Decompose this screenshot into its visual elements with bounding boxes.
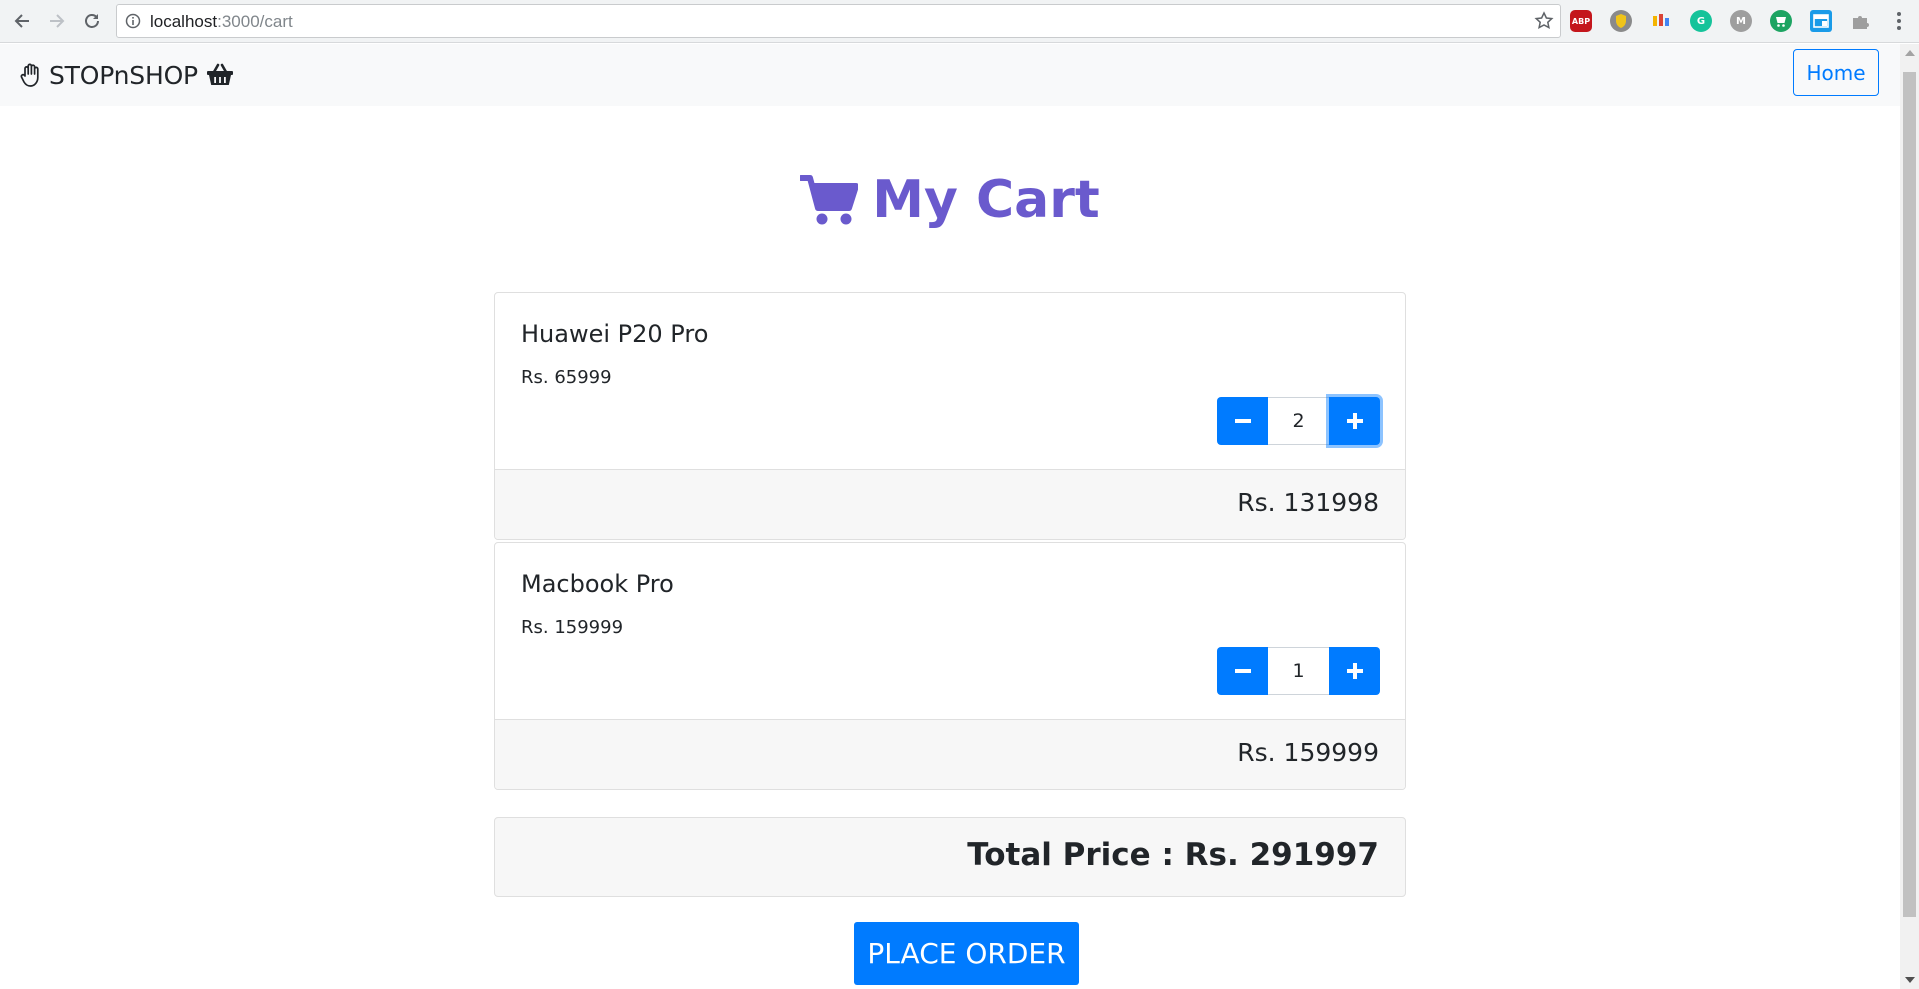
item-subtotal: Rs. 131998 [1237, 488, 1379, 517]
cart-item-card: Macbook Pro Rs. 159999 Rs. 159999 [494, 542, 1406, 790]
browser-menu-icon[interactable] [1893, 10, 1905, 32]
window-extension-icon[interactable] [1810, 10, 1832, 32]
product-price: Rs. 65999 [521, 367, 612, 388]
scroll-up-arrow-icon[interactable] [1905, 50, 1915, 56]
page-title: My Cart [0, 170, 1900, 230]
colorful-extension-icon[interactable] [1650, 10, 1672, 32]
address-bar[interactable]: localhost:3000/cart [116, 4, 1561, 38]
quantity-input[interactable] [1268, 647, 1329, 695]
browser-toolbar: localhost:3000/cart ABP G M [0, 0, 1919, 43]
total-price-box: Total Price : Rs. 291997 [494, 817, 1406, 897]
decrease-quantity-button[interactable] [1217, 397, 1268, 445]
cart-item-footer: Rs. 159999 [495, 719, 1405, 789]
increase-quantity-button[interactable] [1329, 647, 1380, 695]
brand-name: STOPnSHOP [49, 60, 198, 90]
cart-item-card: Huawei P20 Pro Rs. 65999 Rs. 131998 [494, 292, 1406, 540]
url-path: :3000/cart [217, 12, 293, 31]
decrease-quantity-button[interactable] [1217, 647, 1268, 695]
product-name: Macbook Pro [521, 570, 674, 598]
forward-button[interactable] [45, 9, 69, 33]
cart-item-body: Macbook Pro Rs. 159999 [495, 543, 1405, 719]
quantity-input[interactable] [1268, 397, 1329, 445]
back-button[interactable] [10, 9, 34, 33]
item-subtotal: Rs. 159999 [1237, 738, 1379, 767]
minus-icon [1234, 419, 1251, 423]
reload-button[interactable] [80, 9, 104, 33]
navbar: STOPnSHOP Home [0, 44, 1900, 106]
shopping-extension-icon[interactable] [1770, 10, 1792, 32]
page-title-text: My Cart [872, 170, 1100, 230]
cart-item-body: Huawei P20 Pro Rs. 65999 [495, 293, 1405, 469]
bookmark-star-icon[interactable] [1534, 11, 1554, 36]
forward-arrow-icon [50, 14, 65, 28]
shopping-cart-icon [800, 175, 859, 225]
brand[interactable]: STOPnSHOP [19, 57, 234, 93]
site-info-icon[interactable] [125, 13, 141, 34]
url-host: localhost [150, 12, 218, 31]
reload-icon [85, 14, 99, 28]
plus-icon [1346, 413, 1363, 429]
total-price: Total Price : Rs. 291997 [967, 837, 1379, 873]
minus-icon [1234, 669, 1251, 673]
page-scrollbar[interactable] [1900, 44, 1919, 989]
back-arrow-icon [14, 14, 29, 28]
hand-stop-icon [20, 63, 39, 87]
home-button[interactable]: Home [1793, 49, 1879, 96]
shopping-basket-icon [206, 63, 233, 85]
place-order-button[interactable]: PLACE ORDER [854, 922, 1079, 985]
puzzle-extension-icon[interactable] [1850, 10, 1872, 32]
m-extension-icon[interactable]: M [1730, 10, 1752, 32]
increase-quantity-button[interactable] [1329, 397, 1380, 445]
quantity-stepper [1217, 647, 1380, 695]
grammarly-icon[interactable]: G [1690, 10, 1712, 32]
url-text: localhost:3000/cart [150, 13, 293, 31]
plus-icon [1346, 663, 1363, 679]
cart-item-footer: Rs. 131998 [495, 469, 1405, 539]
adblock-plus-icon[interactable]: ABP [1570, 10, 1592, 32]
shield-extension-icon[interactable] [1610, 10, 1632, 32]
product-price: Rs. 159999 [521, 617, 624, 638]
quantity-stepper [1217, 397, 1380, 445]
scroll-down-arrow-icon[interactable] [1905, 977, 1915, 983]
scroll-thumb[interactable] [1903, 72, 1916, 917]
product-name: Huawei P20 Pro [521, 320, 709, 348]
